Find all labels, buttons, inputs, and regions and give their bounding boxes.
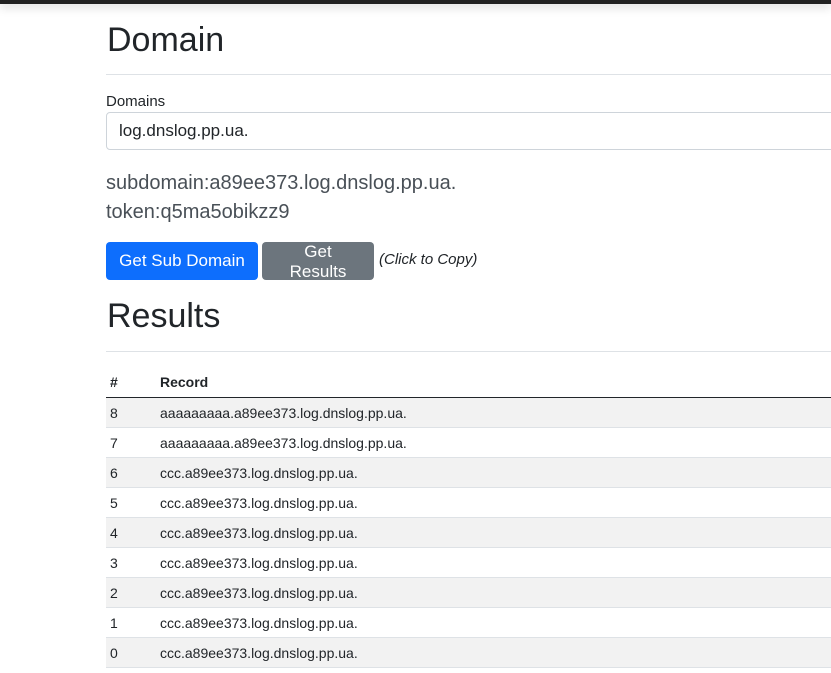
table-row: 2 ccc.a89ee373.log.dnslog.pp.ua.	[106, 577, 831, 608]
get-sub-domain-button[interactable]: Get Sub Domain	[106, 242, 258, 280]
row-number: 8	[106, 397, 156, 428]
token-text[interactable]: token:q5ma5obikzz9	[106, 199, 289, 225]
table-row: 6 ccc.a89ee373.log.dnslog.pp.ua.	[106, 457, 831, 488]
table-header-row: # Record	[106, 366, 831, 398]
table-row: 3 ccc.a89ee373.log.dnslog.pp.ua.	[106, 547, 831, 578]
row-number: 2	[106, 577, 156, 608]
table-row: 0 ccc.a89ee373.log.dnslog.pp.ua.	[106, 637, 831, 668]
row-number: 4	[106, 517, 156, 548]
row-record: ccc.a89ee373.log.dnslog.pp.ua.	[156, 487, 831, 518]
title-divider	[106, 74, 831, 75]
row-number: 6	[106, 457, 156, 488]
results-divider	[106, 351, 831, 352]
page-title: Domain	[107, 21, 225, 59]
browser-top-bar	[0, 0, 831, 4]
table-row: 7 aaaaaaaaa.a89ee373.log.dnslog.pp.ua.	[106, 427, 831, 458]
domains-input[interactable]	[106, 112, 831, 150]
column-header-record: Record	[156, 366, 831, 398]
column-header-number: #	[106, 366, 156, 398]
table-row: 1 ccc.a89ee373.log.dnslog.pp.ua.	[106, 607, 831, 638]
row-record: ccc.a89ee373.log.dnslog.pp.ua.	[156, 607, 831, 638]
table-row: 8 aaaaaaaaa.a89ee373.log.dnslog.pp.ua.	[106, 397, 831, 428]
row-number: 1	[106, 607, 156, 638]
results-table: # Record 8 aaaaaaaaa.a89ee373.log.dnslog…	[106, 366, 831, 668]
row-number: 0	[106, 637, 156, 668]
row-record: aaaaaaaaa.a89ee373.log.dnslog.pp.ua.	[156, 427, 831, 458]
row-number: 5	[106, 487, 156, 518]
copy-hint: (Click to Copy)	[379, 251, 478, 268]
row-record: ccc.a89ee373.log.dnslog.pp.ua.	[156, 577, 831, 608]
row-record: ccc.a89ee373.log.dnslog.pp.ua.	[156, 517, 831, 548]
row-record: ccc.a89ee373.log.dnslog.pp.ua.	[156, 457, 831, 488]
row-number: 7	[106, 427, 156, 458]
row-record: ccc.a89ee373.log.dnslog.pp.ua.	[156, 637, 831, 668]
table-row: 4 ccc.a89ee373.log.dnslog.pp.ua.	[106, 517, 831, 548]
row-record: aaaaaaaaa.a89ee373.log.dnslog.pp.ua.	[156, 397, 831, 428]
domains-label: Domains	[106, 93, 166, 110]
table-row: 5 ccc.a89ee373.log.dnslog.pp.ua.	[106, 487, 831, 518]
row-record: ccc.a89ee373.log.dnslog.pp.ua.	[156, 547, 831, 578]
subdomain-text[interactable]: subdomain:a89ee373.log.dnslog.pp.ua.	[106, 170, 456, 196]
row-number: 3	[106, 547, 156, 578]
get-results-button[interactable]: Get Results	[262, 242, 374, 281]
results-title: Results	[107, 297, 221, 335]
